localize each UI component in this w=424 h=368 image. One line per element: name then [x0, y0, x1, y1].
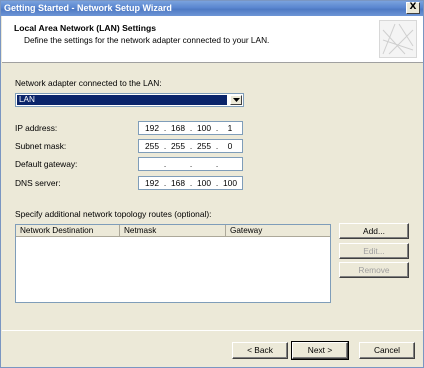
mask-octet-2[interactable]: 255	[168, 140, 188, 152]
window-title: Getting Started - Network Setup Wizard	[4, 3, 172, 13]
close-icon: X	[409, 2, 417, 12]
dns-octet-1[interactable]: 192	[142, 177, 162, 189]
mask-octet-1[interactable]: 255	[142, 140, 162, 152]
close-button[interactable]: X	[406, 2, 420, 14]
ip-octet-1[interactable]: 192	[142, 122, 162, 134]
ip-address-label: IP address:	[15, 123, 58, 133]
footer-divider	[2, 330, 423, 331]
ip-dot: .	[189, 159, 193, 169]
subnet-mask-label: Subnet mask:	[15, 141, 67, 151]
mask-octet-3[interactable]: 255	[194, 140, 214, 152]
next-button[interactable]: Next >	[291, 341, 349, 360]
mask-octet-4[interactable]: 0	[220, 140, 240, 152]
dns-octet-4[interactable]: 100	[220, 177, 240, 189]
ip-dot: .	[215, 159, 219, 169]
dns-octet-3[interactable]: 100	[194, 177, 214, 189]
adapter-label: Network adapter connected to the LAN:	[15, 78, 162, 88]
ip-octet-3[interactable]: 100	[194, 122, 214, 134]
dns-server-label: DNS server:	[15, 178, 61, 188]
ip-octet-4[interactable]: 1	[220, 122, 240, 134]
dropdown-arrow-button[interactable]	[230, 95, 242, 105]
default-gateway-field[interactable]: . . .	[138, 157, 243, 171]
default-gateway-label: Default gateway:	[15, 159, 78, 169]
add-route-button[interactable]: Add...	[339, 223, 409, 239]
dns-octet-2[interactable]: 168	[168, 177, 188, 189]
subnet-mask-field[interactable]: 255 . 255 . 255 . 0	[138, 139, 243, 153]
page-title: Local Area Network (LAN) Settings	[14, 23, 156, 33]
edit-route-button[interactable]: Edit...	[339, 243, 409, 259]
adapter-dropdown[interactable]: LAN	[15, 93, 244, 107]
cancel-button[interactable]: Cancel	[359, 342, 415, 359]
remove-route-button[interactable]: Remove	[339, 262, 409, 278]
wizard-window: Getting Started - Network Setup Wizard X…	[0, 0, 424, 368]
network-graphic-icon	[379, 20, 417, 58]
page-subtitle: Define the settings for the network adap…	[24, 35, 270, 45]
routes-label: Specify additional network topology rout…	[15, 209, 212, 219]
column-header-netmask[interactable]: Netmask	[120, 225, 226, 237]
column-header-network-destination[interactable]: Network Destination	[16, 225, 120, 237]
chevron-down-icon	[233, 98, 240, 102]
dns-server-field[interactable]: 192 . 168 . 100 . 100	[138, 176, 243, 190]
ip-address-field[interactable]: 192 . 168 . 100 . 1	[138, 121, 243, 135]
title-bar[interactable]: Getting Started - Network Setup Wizard X	[1, 1, 423, 16]
back-button[interactable]: < Back	[232, 342, 288, 359]
routes-header: Network Destination Netmask Gateway	[16, 225, 330, 237]
column-header-gateway[interactable]: Gateway	[226, 225, 330, 237]
ip-octet-2[interactable]: 168	[168, 122, 188, 134]
wizard-header: Local Area Network (LAN) Settings Define…	[2, 16, 423, 63]
adapter-selected-value: LAN	[17, 95, 227, 105]
routes-list[interactable]: Network Destination Netmask Gateway	[15, 224, 331, 303]
ip-dot: .	[163, 159, 167, 169]
